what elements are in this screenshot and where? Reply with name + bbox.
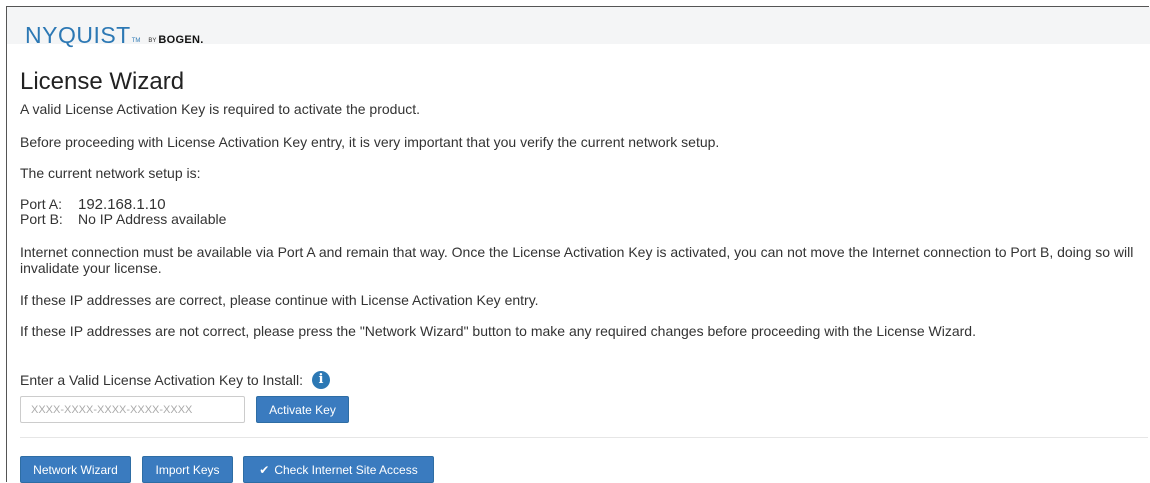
intro-text: A valid License Activation Key is requir… [20,101,421,117]
page-title: License Wizard [20,68,185,95]
port-a-value: 192.168.1.10 [78,196,166,213]
logo-nyquist: NYQUIST [25,22,131,48]
key-entry-label: Enter a Valid License Activation Key to … [20,372,304,388]
key-entry-label-row: Enter a Valid License Activation Key to … [20,371,331,389]
checkmark-icon: ✔ [259,462,270,477]
license-key-input[interactable] [20,396,245,423]
network-ports: Port A: 192.168.1.10 Port B: No IP Addre… [20,197,226,227]
current-setup-text: The current network setup is: [20,165,201,181]
check-internet-access-button[interactable]: ✔ Check Internet Site Access [243,456,434,483]
port-b-row: Port B: No IP Address available [20,212,226,227]
nyquist-logo: NYQUIST TM BY BOGEN. [25,19,204,47]
internet-note-text: Internet connection must be available vi… [20,244,1134,276]
network-wizard-button[interactable]: Network Wizard [20,456,131,483]
verify-text: Before proceeding with License Activatio… [20,134,720,150]
if-correct-text: If these IP addresses are correct, pleas… [20,292,539,308]
import-keys-button[interactable]: Import Keys [142,456,233,483]
port-a-row: Port A: 192.168.1.10 [20,196,226,213]
logo-bogen: BOGEN. [158,34,204,46]
port-a-label: Port A: [20,196,63,212]
if-not-correct-text: If these IP addresses are not correct, p… [20,323,976,339]
logo-by: BY [148,38,157,44]
port-b-value: No IP Address available [78,211,227,227]
info-circle-icon[interactable]: i [312,371,331,389]
header-bar: NYQUIST TM BY BOGEN. [7,7,1150,47]
check-internet-label: Check Internet Site Access [274,462,418,477]
logo-tm: TM [131,38,141,44]
divider [20,437,1148,438]
port-b-label: Port B: [20,211,63,227]
activate-key-button[interactable]: Activate Key [256,396,349,423]
